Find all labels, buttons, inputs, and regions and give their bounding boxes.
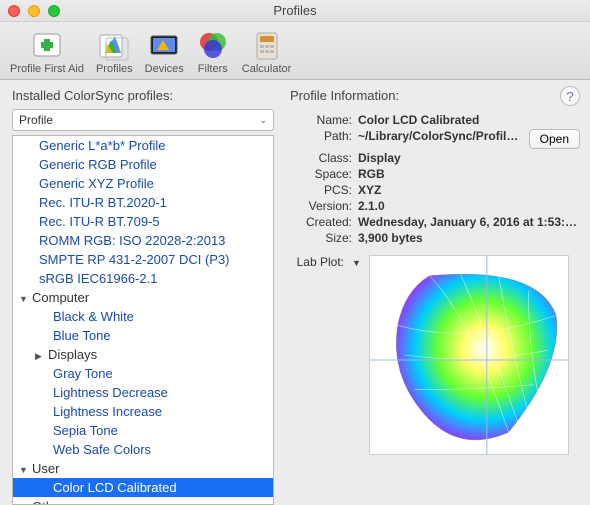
toolbar-filters[interactable]: Filters [192,26,234,77]
info-label-created: Created: [290,215,352,229]
titlebar: Profiles [0,0,590,22]
profile-info-heading: Profile Information: [290,88,580,103]
list-item[interactable]: sRGB IEC61966-2.1 [13,269,273,288]
list-item[interactable]: Lightness Increase [13,402,273,421]
toolbar-calculator[interactable]: Calculator [238,26,296,77]
filters-icon [196,28,230,62]
info-label-size: Size: [290,231,352,245]
profile-dropdown[interactable]: Profile ⌄ [12,109,274,131]
calculator-icon [250,28,284,62]
info-label-name: Name: [290,113,352,127]
toolbar-label: Filters [198,63,228,75]
info-path: ~/Library/ColorSync/Profiles… [358,129,523,143]
toolbar-label: Profiles [96,63,133,75]
open-button[interactable]: Open [529,129,580,149]
tree-node-computer[interactable]: Computer [13,288,273,307]
toolbar: Profile First Aid Profiles Devices Filte… [0,22,590,80]
list-item[interactable]: Generic L*a*b* Profile [13,136,273,155]
tree-node-other[interactable]: Other [13,497,273,505]
info-pcs: XYZ [358,183,580,197]
info-created: Wednesday, January 6, 2016 at 1:53:4… [358,215,580,229]
info-space: RGB [358,167,580,181]
info-label-pcs: PCS: [290,183,352,197]
help-button[interactable]: ? [560,86,580,106]
toolbar-label: Profile First Aid [10,63,84,75]
list-item-selected[interactable]: Color LCD Calibrated [13,478,273,497]
list-item[interactable]: Rec. ITU-R BT.2020-1 [13,193,273,212]
window-title: Profiles [0,3,590,18]
info-label-class: Class: [290,151,352,165]
dropdown-value: Profile [19,113,53,127]
first-aid-icon [30,28,64,62]
toolbar-label: Calculator [242,63,292,75]
list-item[interactable]: Generic RGB Profile [13,155,273,174]
list-item[interactable]: Sepia Tone [13,421,273,440]
info-label-version: Version: [290,199,352,213]
list-item[interactable]: Blue Tone [13,326,273,345]
toolbar-devices[interactable]: Devices [141,26,188,77]
lab-plot[interactable] [369,255,569,455]
list-item[interactable]: Gray Tone [13,364,273,383]
toolbar-profiles[interactable]: Profiles [92,26,137,77]
tree-node-displays[interactable]: Displays [13,345,273,364]
profile-list[interactable]: Generic L*a*b* Profile Generic RGB Profi… [12,135,274,505]
tree-node-user[interactable]: User [13,459,273,478]
list-item[interactable]: SMPTE RP 431-2-2007 DCI (P3) [13,250,273,269]
info-label-space: Space: [290,167,352,181]
info-label-path: Path: [290,129,352,143]
devices-icon [147,28,181,62]
list-item[interactable]: ROMM RGB: ISO 22028-2:2013 [13,231,273,250]
info-size: 3,900 bytes [358,231,580,245]
toolbar-profile-first-aid[interactable]: Profile First Aid [6,26,88,77]
chevron-down-icon[interactable]: ▼ [352,258,361,268]
list-item[interactable]: Rec. ITU-R BT.709-5 [13,212,273,231]
info-version: 2.1.0 [358,199,580,213]
info-class: Display [358,151,580,165]
list-item[interactable]: Black & White [13,307,273,326]
chevron-down-icon: ⌄ [259,115,267,126]
installed-profiles-heading: Installed ColorSync profiles: [12,88,274,103]
list-item[interactable]: Web Safe Colors [13,440,273,459]
info-name: Color LCD Calibrated [358,113,580,127]
list-item[interactable]: Lightness Decrease [13,383,273,402]
list-item[interactable]: Generic XYZ Profile [13,174,273,193]
labplot-label: Lab Plot: [290,255,344,269]
toolbar-label: Devices [145,63,184,75]
profiles-icon [97,28,131,62]
